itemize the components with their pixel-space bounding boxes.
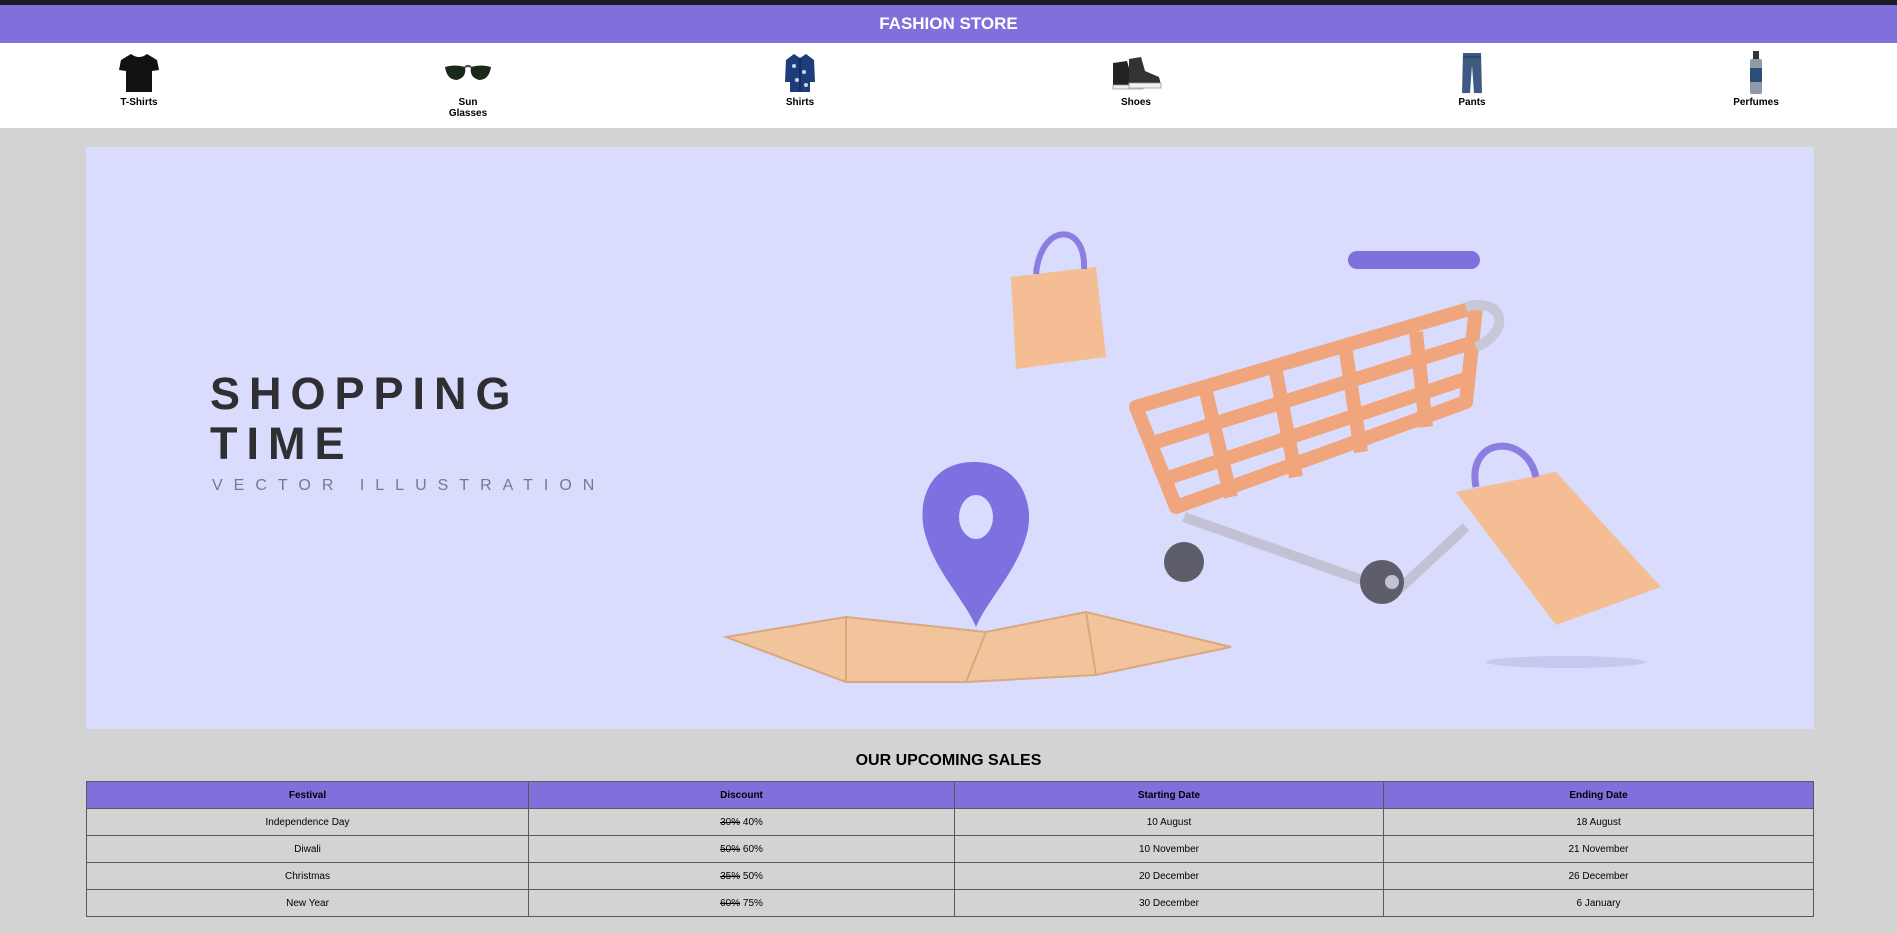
category-perfumes[interactable]: Perfumes: [1701, 49, 1811, 108]
category-pants[interactable]: Pants: [1417, 49, 1527, 108]
table-row: Diwali 50% 60% 10 November 21 November: [86, 835, 1814, 863]
new-discount: 40%: [742, 816, 763, 828]
table-row: New Year 60% 75% 30 December 6 January: [86, 889, 1814, 917]
site-header: FASHION STORE: [0, 5, 1897, 43]
column-header: Festival: [86, 781, 529, 809]
hero-subtitle: VECTOR ILLUSTRATION: [212, 477, 606, 494]
pants-icon: [1417, 49, 1527, 97]
start-date-cell: 10 August: [954, 808, 1384, 836]
category-label: Shirts: [785, 97, 815, 108]
sales-table: Festival Discount Starting Date Ending D…: [86, 781, 1814, 917]
category-sunglasses[interactable]: Sun Glasses: [413, 49, 523, 119]
category-label: Shoes: [1120, 97, 1151, 108]
start-date-cell: 20 December: [954, 862, 1384, 890]
category-shirts[interactable]: Shirts: [745, 49, 855, 108]
category-bar: T-Shirts Sun Glasses Shirts Shoes Pants …: [0, 43, 1897, 128]
tshirt-icon: [84, 49, 194, 97]
column-header: Discount: [528, 781, 955, 809]
old-discount: 30%: [720, 816, 741, 828]
table-header-row: Festival Discount Starting Date Ending D…: [86, 781, 1814, 809]
start-date-cell: 30 December: [954, 889, 1384, 917]
end-date-cell: 6 January: [1383, 889, 1814, 917]
hero-line-1: SHOPPING: [210, 368, 520, 419]
end-date-cell: 21 November: [1383, 835, 1814, 863]
new-discount: 75%: [742, 897, 763, 909]
discount-cell: 50% 60%: [528, 835, 955, 863]
table-row: Independence Day 30% 40% 10 August 18 Au…: [86, 808, 1814, 836]
category-label: Sun Glasses: [448, 97, 488, 119]
new-discount: 50%: [742, 870, 763, 882]
category-shoes[interactable]: Shoes: [1081, 49, 1191, 108]
sunglasses-icon: [413, 49, 523, 97]
category-label: Perfumes: [1733, 97, 1779, 108]
old-discount: 50%: [720, 843, 741, 855]
category-tshirts[interactable]: T-Shirts: [84, 49, 194, 108]
shirt-icon: [745, 49, 855, 97]
discount-cell: 35% 50%: [528, 862, 955, 890]
sales-title: OUR UPCOMING SALES: [855, 752, 1042, 769]
end-date-cell: 26 December: [1383, 862, 1814, 890]
old-discount: 35%: [720, 870, 741, 882]
festival-cell: Independence Day: [86, 808, 529, 836]
hero-banner: SHOPPING TIME VECTOR ILLUSTRATION: [86, 147, 1814, 729]
category-label: T-Shirts: [120, 97, 158, 108]
column-header: Ending Date: [1383, 781, 1814, 809]
column-header: Starting Date: [954, 781, 1384, 809]
start-date-cell: 10 November: [954, 835, 1384, 863]
perfume-icon: [1701, 49, 1811, 97]
festival-cell: Diwali: [86, 835, 529, 863]
shoes-icon: [1081, 49, 1191, 97]
hero-heading: SHOPPING TIME: [210, 369, 520, 469]
new-discount: 60%: [742, 843, 763, 855]
category-label: Pants: [1458, 97, 1486, 108]
discount-cell: 30% 40%: [528, 808, 955, 836]
site-title: FASHION STORE: [879, 14, 1018, 33]
festival-cell: Christmas: [86, 862, 529, 890]
old-discount: 60%: [720, 897, 741, 909]
hero-line-2: TIME: [210, 418, 354, 469]
end-date-cell: 18 August: [1383, 808, 1814, 836]
discount-cell: 60% 75%: [528, 889, 955, 917]
festival-cell: New Year: [86, 889, 529, 917]
table-row: Christmas 35% 50% 20 December 26 Decembe…: [86, 862, 1814, 890]
